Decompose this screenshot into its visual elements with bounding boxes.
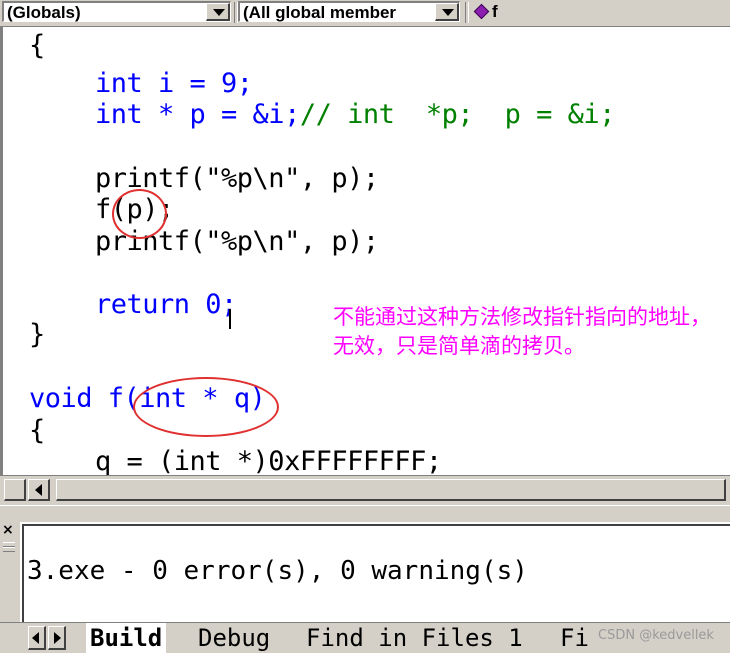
tab-scroll-right-icon[interactable] — [48, 626, 66, 650]
code-line: { — [29, 415, 45, 446]
scroll-left-arrow-icon[interactable] — [28, 479, 50, 501]
code-line: q = (int *)0xFFFFFFFF; — [95, 446, 442, 475]
code-line: int * p = &i;// int *p; p = &i; — [95, 99, 615, 130]
members-combo[interactable]: (All global member — [238, 1, 460, 22]
tab-scroll-left-icon[interactable] — [28, 626, 46, 650]
highlight-circle — [112, 189, 167, 239]
watermark: CSDN @kedvellek — [598, 628, 714, 643]
scrollbar-thumb[interactable] — [56, 479, 726, 501]
code-line: int i = 9; — [95, 68, 253, 99]
tab-find-in-files-1[interactable]: Find in Files 1 — [306, 623, 523, 653]
diamond-icon — [473, 3, 490, 20]
highlight-circle — [133, 377, 279, 437]
pane-splitter[interactable] — [0, 505, 730, 523]
code-line: { — [29, 30, 45, 61]
scroll-left-button[interactable] — [4, 479, 26, 501]
close-icon[interactable]: × — [2, 522, 14, 538]
output-gutter: × — [0, 522, 20, 630]
scope-dropdown-arrow-icon[interactable] — [206, 3, 230, 21]
output-pane: × 3.exe - 0 error(s), 0 warning(s) — [0, 522, 730, 630]
members-dropdown-arrow-icon[interactable] — [435, 3, 459, 21]
code-editor[interactable]: { int i = 9; int * p = &i;// int *p; p =… — [0, 27, 730, 475]
text-cursor-icon — [229, 309, 239, 329]
scope-combo-value: (Globals) — [7, 3, 81, 22]
scope-combo[interactable]: (Globals) — [2, 1, 231, 22]
function-name[interactable]: f — [492, 2, 498, 21]
code-line: } — [29, 319, 45, 350]
horizontal-scrollbar[interactable] — [0, 475, 730, 506]
grip-icon[interactable] — [3, 547, 15, 552]
tab-find-in-files-2[interactable]: Fi — [560, 623, 589, 653]
code-line: return 0; — [95, 289, 237, 320]
wizard-bar: (Globals) (All global member f — [0, 0, 730, 27]
toolbar-separator — [465, 2, 469, 23]
annotation-note: 不能通过这种方法修改指针指向的地址，无效，只是简单滴的拷贝。 — [333, 305, 711, 358]
members-combo-value: (All global member — [243, 3, 397, 22]
tab-debug[interactable]: Debug — [198, 623, 270, 653]
build-result-text: 3.exe - 0 error(s), 0 warning(s) — [27, 556, 528, 586]
tab-build[interactable]: Build — [86, 623, 167, 653]
